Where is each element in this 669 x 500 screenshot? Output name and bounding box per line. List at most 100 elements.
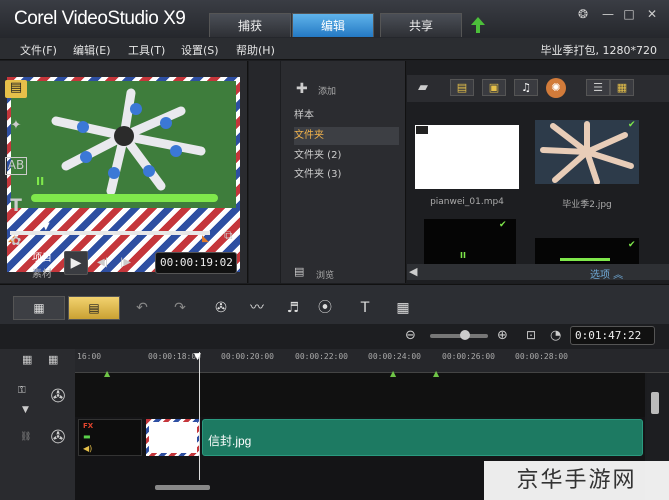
track-header-panel	[0, 349, 75, 500]
show-video-icon[interactable]: ▤	[450, 79, 474, 96]
folder-item[interactable]: 文件夹 (2)	[294, 147, 399, 165]
ruler-label: 00:00:28:00	[515, 352, 568, 361]
play-button[interactable]: ▶	[64, 251, 88, 275]
menu-file[interactable]: 文件(F)	[20, 42, 57, 58]
tab-edit[interactable]: 编辑	[292, 13, 374, 37]
import-folder-icon[interactable]: ▰	[418, 80, 428, 95]
help-icon[interactable]: ❂	[574, 6, 592, 22]
folder-item-selected[interactable]: 文件夹	[294, 127, 399, 145]
multi-camera-icon[interactable]: ▦	[392, 298, 414, 318]
playhead-handle[interactable]: ▼	[194, 352, 201, 362]
menu-edit[interactable]: 编辑(E)	[73, 42, 111, 58]
used-check-icon: ✔	[628, 240, 636, 250]
app-logo: Corel VideoStudio X9	[14, 8, 186, 29]
minimize-button[interactable]: —	[599, 6, 617, 22]
auto-music-icon[interactable]: ♬	[282, 298, 304, 318]
scrubber-track[interactable]	[10, 231, 210, 235]
filter-icon[interactable]: ✿	[5, 234, 27, 252]
envelope-thumb-clip[interactable]	[146, 419, 200, 456]
preview-progress-bar	[31, 194, 218, 202]
timeline-horizontal-scrollbar[interactable]	[155, 485, 210, 490]
project-mode[interactable]: 项目	[32, 249, 52, 264]
library-item-thumb[interactable]	[535, 120, 639, 185]
list-view-icon[interactable]: ☰	[586, 79, 610, 96]
track-link-icon[interactable]: ⛓	[20, 432, 31, 442]
cue-marker-icon[interactable]: ▲	[433, 369, 439, 378]
timeline-clip[interactable]	[202, 419, 643, 456]
folder-item[interactable]: 文件夹 (3)	[294, 166, 399, 184]
effect-icon: ▬	[83, 432, 91, 441]
scroll-left-icon[interactable]: ◀	[409, 265, 417, 278]
menu-help[interactable]: 帮助(H)	[236, 42, 275, 58]
project-info: 毕业季打包, 1280*720	[540, 44, 657, 57]
fit-project-icon[interactable]: ⊡	[526, 328, 536, 342]
clip-thumb-image	[149, 422, 197, 453]
add-folder-icon[interactable]: ✚	[296, 81, 308, 97]
sort-icon[interactable]: ✺	[546, 78, 566, 98]
library-scrollbar[interactable]	[407, 264, 669, 280]
project-duration: 0:01:47:22	[570, 326, 655, 345]
used-check-icon: ✔	[628, 120, 636, 130]
cue-marker-icon[interactable]: ▲	[104, 369, 110, 378]
next-frame-button[interactable]: |▶	[120, 257, 131, 268]
show-photo-icon[interactable]: ▣	[482, 79, 506, 96]
ruler-label: 16:00	[77, 352, 102, 361]
sound-mixer-icon[interactable]: 〰	[246, 298, 268, 318]
video-track-icon[interactable]: ✇	[46, 426, 70, 450]
tab-capture[interactable]: 捕获	[209, 13, 291, 37]
options-button[interactable]: 选项 ︽	[590, 266, 623, 281]
tab-share[interactable]: 共享	[380, 13, 462, 37]
thumbnail-view-icon[interactable]: ▦	[610, 79, 634, 96]
audio-icon: ◀)	[83, 444, 93, 453]
library-category-bar	[249, 61, 280, 283]
redo-icon[interactable]: ↷	[169, 298, 191, 318]
timeline-view-button[interactable]: ▤	[68, 296, 120, 320]
menu-tools[interactable]: 工具(T)	[128, 42, 165, 58]
folder-item[interactable]: 样本	[294, 107, 399, 125]
timecode-field[interactable]: 00:00:19:02	[155, 252, 237, 274]
playhead-line[interactable]	[199, 352, 200, 480]
library-item-thumb[interactable]	[415, 125, 519, 189]
undo-icon[interactable]: ↶	[131, 298, 153, 318]
motion-tracking-icon[interactable]: ⦿	[314, 298, 336, 318]
show-audio-icon[interactable]: ♫	[514, 79, 538, 96]
zoom-bar	[0, 324, 669, 349]
track-manager-icon[interactable]: ▦	[22, 353, 32, 366]
instant-project-icon[interactable]: ✦	[5, 118, 27, 136]
scrollbar-thumb[interactable]	[651, 392, 659, 414]
previous-frame-button[interactable]: ◀|	[97, 257, 108, 268]
title-icon[interactable]: T	[5, 196, 27, 216]
media-icon[interactable]: ▤	[5, 80, 27, 98]
upload-icon[interactable]	[468, 15, 488, 35]
add-track-icon[interactable]: ▦	[48, 353, 58, 366]
clip-mode[interactable]: 素材	[32, 265, 52, 280]
menu-settings[interactable]: 设置(S)	[181, 42, 219, 58]
cue-marker-icon[interactable]: ▲	[390, 369, 396, 378]
zoom-slider[interactable]	[430, 334, 488, 338]
subtitle-editor-icon[interactable]: T	[354, 298, 376, 318]
browse-icon[interactable]: ▤	[294, 265, 304, 278]
maximize-button[interactable]: □	[620, 6, 638, 22]
zoom-out-icon[interactable]: ⊖	[405, 328, 416, 343]
fx-clip[interactable]: FX ▬ ◀)	[78, 419, 142, 456]
enlarge-preview-icon[interactable]: ⧉	[224, 228, 233, 243]
add-folder-label[interactable]: 添加	[318, 84, 336, 97]
scrubber-handle[interactable]: ▼	[42, 221, 50, 232]
track-lock-icon[interactable]: ⚿	[18, 385, 26, 396]
watermark: 京华手游网	[484, 461, 669, 500]
close-button[interactable]: ✕	[643, 6, 661, 22]
video-badge-icon	[416, 126, 428, 134]
zoom-slider-knob[interactable]	[460, 330, 470, 340]
storyboard-view-button[interactable]: ▦	[13, 296, 65, 320]
record-capture-icon[interactable]: ✇	[210, 298, 232, 318]
transition-icon[interactable]: AB	[5, 157, 27, 175]
trim-end-handle[interactable]: ◣	[202, 234, 209, 244]
expand-icon[interactable]: ▼	[22, 405, 29, 415]
zoom-in-icon[interactable]: ⊕	[497, 328, 508, 343]
pause-indicator: II	[460, 251, 466, 260]
ruler-label: 00:00:26:00	[442, 352, 495, 361]
used-check-icon: ✔	[499, 220, 507, 230]
overlay-track[interactable]	[75, 373, 645, 417]
browse-label[interactable]: 浏览	[316, 268, 334, 281]
track-visibility-icon[interactable]: ✇	[46, 385, 70, 409]
